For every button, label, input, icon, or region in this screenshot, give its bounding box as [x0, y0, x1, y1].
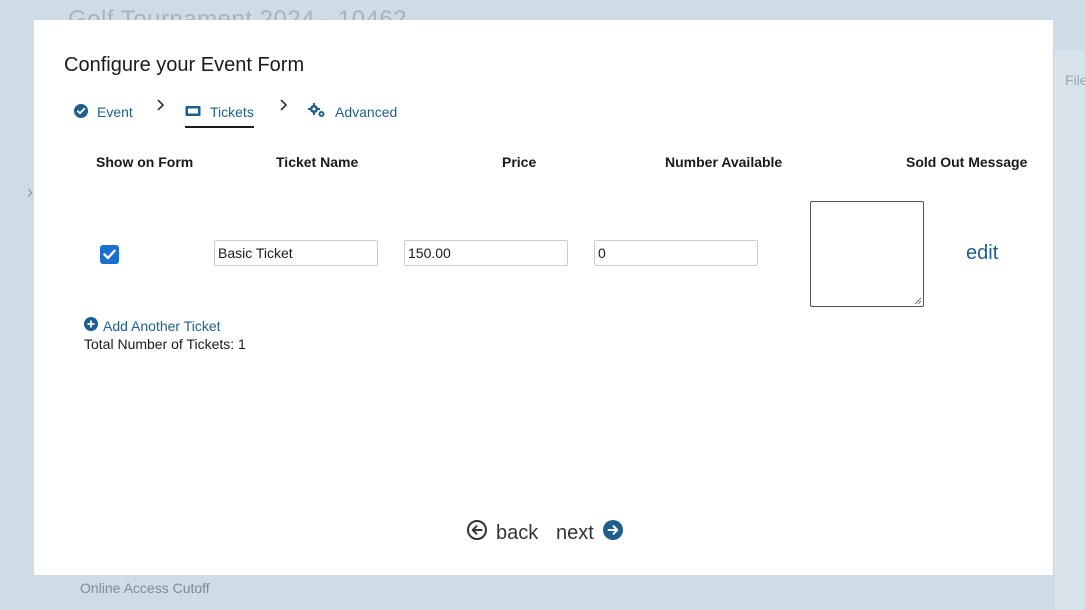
arrow-left-circle-icon	[467, 520, 487, 546]
header-price: Price	[502, 154, 537, 170]
configure-event-form-modal: Configure your Event Form Event Tickets	[34, 20, 1053, 575]
header-ticket-name: Ticket Name	[276, 154, 359, 170]
step-tickets[interactable]: Tickets	[185, 100, 254, 128]
gears-icon	[308, 103, 326, 121]
step-event-label: Event	[97, 104, 133, 120]
step-advanced[interactable]: Advanced	[308, 100, 397, 124]
step-advanced-label: Advanced	[335, 104, 398, 120]
price-input[interactable]	[404, 240, 568, 266]
step-event[interactable]: Event	[74, 100, 133, 124]
back-label: back	[496, 521, 539, 544]
plus-circle-icon	[84, 317, 98, 334]
step-tickets-label: Tickets	[210, 104, 254, 120]
ticket-name-input[interactable]	[214, 240, 378, 266]
check-circle-icon	[74, 103, 88, 121]
header-sold-out-message: Sold Out Message	[906, 154, 1028, 170]
add-another-ticket-label: Add Another Ticket	[103, 317, 221, 334]
background-cutoff-label: Online Access Cutoff	[80, 580, 210, 596]
next-button[interactable]: next	[556, 520, 623, 546]
next-label: next	[556, 521, 594, 544]
header-show-on-form: Show on Form	[96, 154, 194, 170]
chevron-right-icon	[279, 98, 289, 117]
show-on-form-checkbox[interactable]	[100, 245, 119, 264]
number-available-input[interactable]	[594, 240, 758, 266]
edit-ticket-link[interactable]: edit	[966, 242, 998, 265]
background-side-panel	[1053, 50, 1085, 610]
chevron-right-icon	[156, 98, 166, 117]
modal-title: Configure your Event Form	[64, 54, 305, 76]
total-tickets-text: Total Number of Tickets: 1	[84, 336, 246, 352]
back-button[interactable]: back	[467, 520, 538, 546]
header-number-available: Number Available	[665, 154, 783, 170]
add-another-ticket-button[interactable]: Add Another Ticket	[84, 317, 221, 334]
resize-grip-icon[interactable]	[914, 297, 922, 305]
background-chevron-icon: ›	[27, 182, 33, 202]
sold-out-message-textarea[interactable]	[810, 201, 924, 307]
ticket-icon	[185, 104, 201, 120]
background-files-label: Files	[1065, 72, 1085, 88]
arrow-right-circle-icon	[602, 520, 623, 546]
